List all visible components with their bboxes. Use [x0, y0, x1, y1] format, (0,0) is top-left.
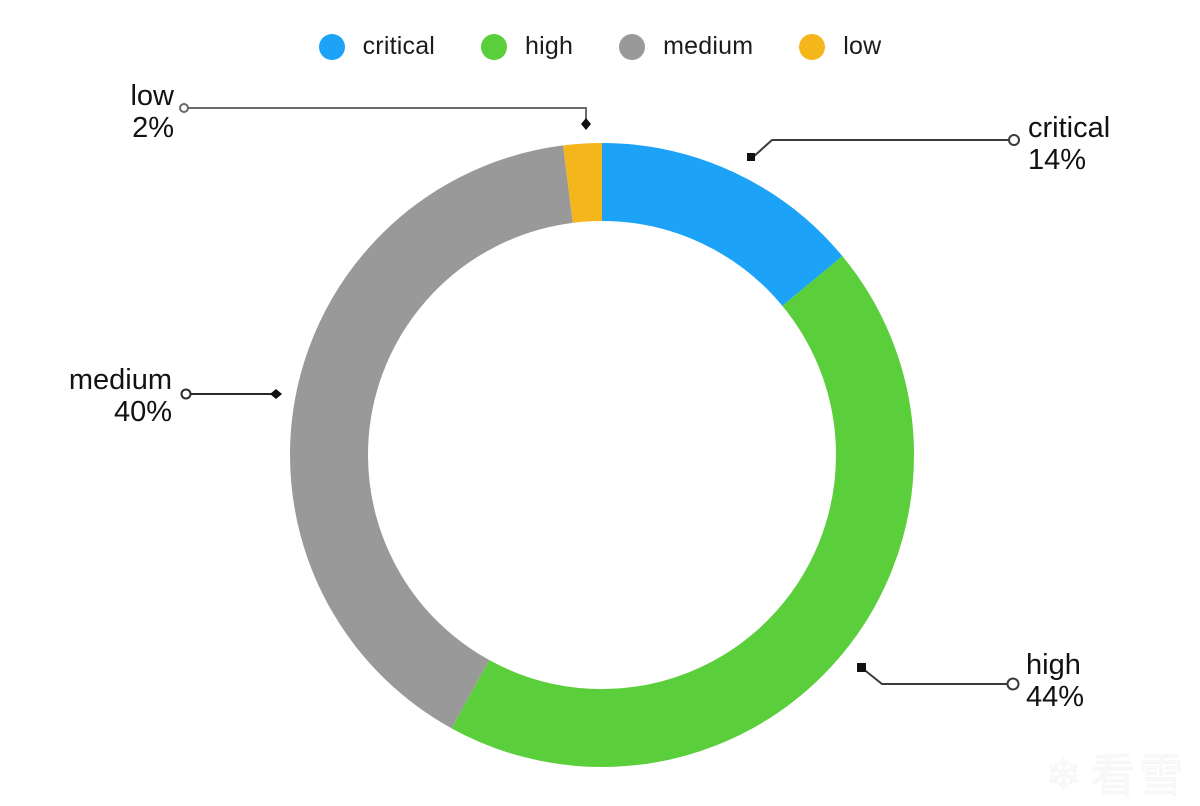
leader-anchor-square-high	[857, 663, 866, 672]
donut-chart-svg	[179, 103, 1020, 767]
leader-endpoint-circle-medium	[180, 388, 192, 400]
slice-callout-critical-category: critical	[1028, 112, 1111, 144]
slice-callout-medium: medium 40%	[30, 364, 172, 429]
slice-callout-medium-percent: 40%	[113, 396, 172, 429]
leader-line-high	[857, 663, 1020, 691]
leader-line-low	[179, 103, 591, 130]
slice-callout-high: high 44%	[1026, 649, 1166, 714]
donut-chart: low 2% critical 14% medium 40% high 44%	[0, 0, 1200, 806]
leader-anchor-diamond-medium	[270, 389, 282, 399]
leader-line-medium	[180, 388, 282, 400]
slice-callout-high-category: high	[1026, 649, 1081, 681]
slice-callout-low-category: low	[130, 80, 174, 112]
leader-anchor-diamond-low	[581, 118, 591, 130]
leader-line-critical	[747, 134, 1020, 161]
donut-ring	[290, 143, 914, 767]
slice-callout-medium-category: medium	[68, 364, 172, 396]
slice-callout-low-percent: 2%	[132, 112, 174, 145]
slice-callout-critical: critical 14%	[1028, 112, 1180, 177]
leader-endpoint-circle-high	[1006, 677, 1020, 691]
leader-endpoint-circle-low	[179, 103, 189, 113]
slice-callout-high-percent: 44%	[1026, 681, 1085, 714]
leader-anchor-square-critical	[747, 153, 755, 161]
slice-callout-critical-percent: 14%	[1028, 144, 1087, 177]
slice-callout-low: low 2%	[62, 80, 174, 145]
leader-endpoint-circle-critical	[1008, 134, 1020, 146]
